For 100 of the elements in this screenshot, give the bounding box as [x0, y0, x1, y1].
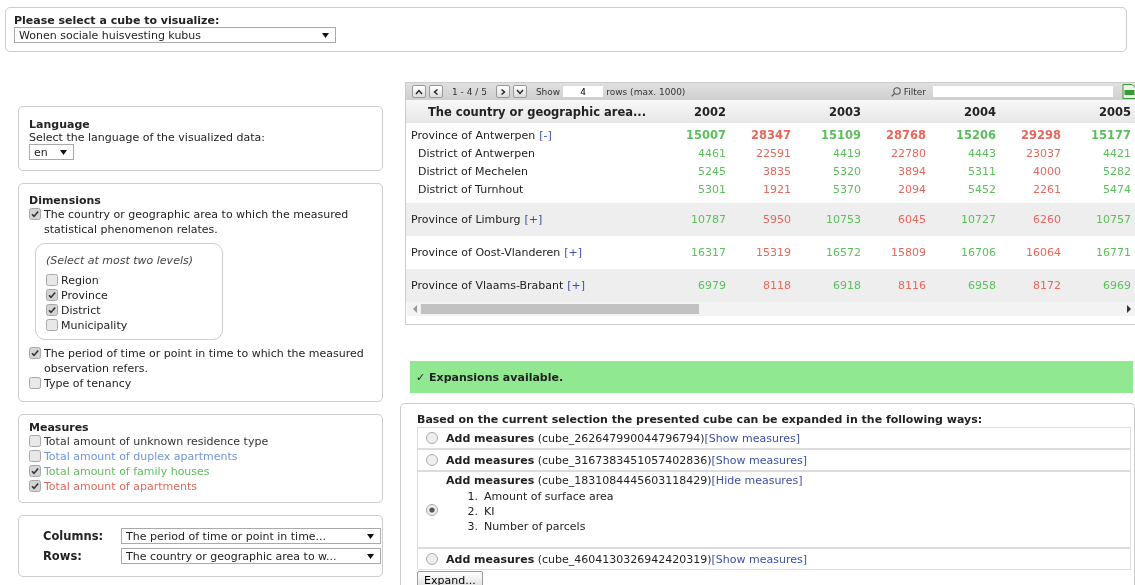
radio-button[interactable] — [426, 454, 438, 466]
checkbox-label: Total amount of apartments — [44, 479, 198, 494]
toggle-link[interactable]: [Hide measures] — [711, 474, 803, 487]
spreadsheet-icon[interactable] — [1122, 84, 1135, 99]
table-cell-text: 15319 — [755, 245, 791, 259]
table-cell-text: 5320 — [832, 164, 861, 178]
checkbox-label: Province — [61, 288, 108, 303]
table-cell-text: 16064 — [1025, 245, 1061, 259]
filter-label: Filter — [903, 86, 926, 97]
table-cell-text: 3894 — [897, 164, 926, 178]
table-cell-text: 23037 — [1025, 146, 1061, 160]
show-label: Show — [535, 86, 561, 97]
table-cell-text: 5311 — [967, 164, 996, 178]
rows-field[interactable]: 4 — [563, 86, 604, 97]
table-cell-text: 6045 — [897, 212, 926, 226]
chevron-down-icon — [515, 88, 524, 95]
table-cell-text: 6260 — [1032, 212, 1061, 226]
toggle-link[interactable]: [-] — [539, 128, 552, 142]
table-cell-text: 5370 — [832, 182, 861, 196]
checkbox[interactable] — [29, 435, 41, 447]
next-button[interactable] — [495, 85, 510, 98]
checkbox[interactable] — [46, 274, 58, 286]
table-cell-text: 2094 — [897, 182, 926, 196]
table-cell-text: 8118 — [762, 278, 791, 292]
table-cell-text: 5452 — [967, 182, 996, 196]
list-number: 2. — [466, 505, 479, 518]
rows-note: rows (max. 1000) — [606, 86, 686, 97]
toggle-link[interactable]: [Show measures] — [704, 431, 801, 445]
toggle-link[interactable]: [+] — [524, 212, 543, 226]
previous-button[interactable] — [429, 85, 443, 98]
list-number: 3. — [466, 520, 479, 533]
caret-icon — [60, 149, 67, 155]
checkbox-label: Region — [61, 273, 99, 288]
checkbox[interactable] — [46, 319, 58, 331]
table-cell-text: 10753 — [825, 212, 861, 226]
toggle-link[interactable]: [Show measures] — [711, 552, 808, 566]
checkbox-label: Municipality — [61, 318, 128, 333]
expand-button[interactable]: Expand... — [417, 571, 483, 585]
filter-field[interactable] — [933, 86, 1113, 97]
language-dropdown[interactable]: en — [29, 144, 74, 160]
table-cell-text: 15109 — [820, 128, 861, 142]
column-header: 2003 — [828, 104, 861, 119]
toggle-link[interactable]: [Show measures] — [711, 453, 808, 467]
toggle-link[interactable]: [+] — [564, 245, 583, 259]
axis-label: Columns: — [43, 529, 105, 543]
expansions-intro: Based on the current selection the presented cube can be expanded in the following ways: — [417, 413, 984, 426]
table-cell-text: 16706 — [960, 245, 996, 259]
radio-button[interactable] — [426, 503, 438, 516]
section-title: Dimensions — [29, 194, 102, 207]
table-cell-text: 6918 — [832, 278, 861, 292]
list-item: Amount of surface area — [484, 490, 615, 503]
cube-dropdown[interactable]: Wonen sociale huisvesting kubus — [14, 27, 336, 43]
page-range: 1 - 4 / 5 — [452, 86, 487, 97]
row-label: Province of Antwerpen — [411, 128, 536, 142]
column-header: 2002 — [693, 104, 726, 119]
checkbox-label: Type of tenancy — [44, 376, 132, 391]
row-label: District of Mechelen — [418, 164, 528, 178]
checkbox[interactable] — [29, 377, 41, 389]
column-header: 2004 — [963, 104, 996, 119]
option-text: Add measures (cube_262647990044796794) — [446, 431, 705, 445]
table-cell-text: 6958 — [967, 278, 996, 292]
toggle-link[interactable]: [+] — [567, 278, 586, 292]
table-cell-text: 15007 — [685, 128, 726, 142]
radio-button[interactable] — [426, 553, 438, 565]
table-cell-text: 28347 — [750, 128, 791, 142]
checkbox[interactable] — [46, 304, 58, 316]
row-label: Province of Oost-Vlanderen — [411, 245, 561, 259]
table-cell-text: 10787 — [690, 212, 726, 226]
table-cell-text: 10757 — [1095, 212, 1131, 226]
table-cell-text: 5282 — [1102, 164, 1131, 178]
list-item: Number of parcels — [484, 520, 587, 533]
section-title: Measures — [29, 421, 90, 434]
levels-hint: (Select at most two levels) — [46, 254, 194, 267]
horizontal-scrollbar[interactable] — [407, 302, 1135, 316]
caret-icon — [367, 533, 374, 539]
caret-icon — [367, 553, 374, 559]
table-cell-text: 16317 — [690, 245, 726, 259]
table-cell-text: 5474 — [1102, 182, 1131, 196]
checkbox[interactable] — [46, 289, 58, 301]
checkbox-label: Total amount of unknown residence type — [44, 434, 269, 449]
axis-dropdown[interactable]: The period of time or point in time... — [121, 528, 381, 544]
row-label: District of Turnhout — [418, 182, 524, 196]
chevron-up-icon — [415, 88, 423, 95]
table-cell-text: 15206 — [955, 128, 996, 142]
option-text: Add measures (cube_1831084445603118429) — [446, 474, 712, 487]
axis-dropdown[interactable]: The country or geographic area to w... — [121, 548, 381, 564]
radio-button[interactable] — [426, 432, 438, 444]
table-cell-text: 4443 — [967, 146, 996, 160]
down-button[interactable] — [512, 85, 527, 98]
table-cell-text: 6969 — [1102, 278, 1131, 292]
caret-icon — [322, 32, 329, 38]
axis-label: Rows: — [43, 549, 83, 563]
table-cell-text: 1921 — [762, 182, 791, 196]
checkbox[interactable] — [29, 347, 41, 359]
checkbox[interactable] — [29, 480, 41, 492]
checkbox[interactable] — [29, 450, 41, 462]
checkbox[interactable] — [29, 208, 41, 220]
up-button[interactable] — [412, 85, 426, 98]
table-cell-text: 8172 — [1032, 278, 1061, 292]
checkbox[interactable] — [29, 465, 41, 477]
